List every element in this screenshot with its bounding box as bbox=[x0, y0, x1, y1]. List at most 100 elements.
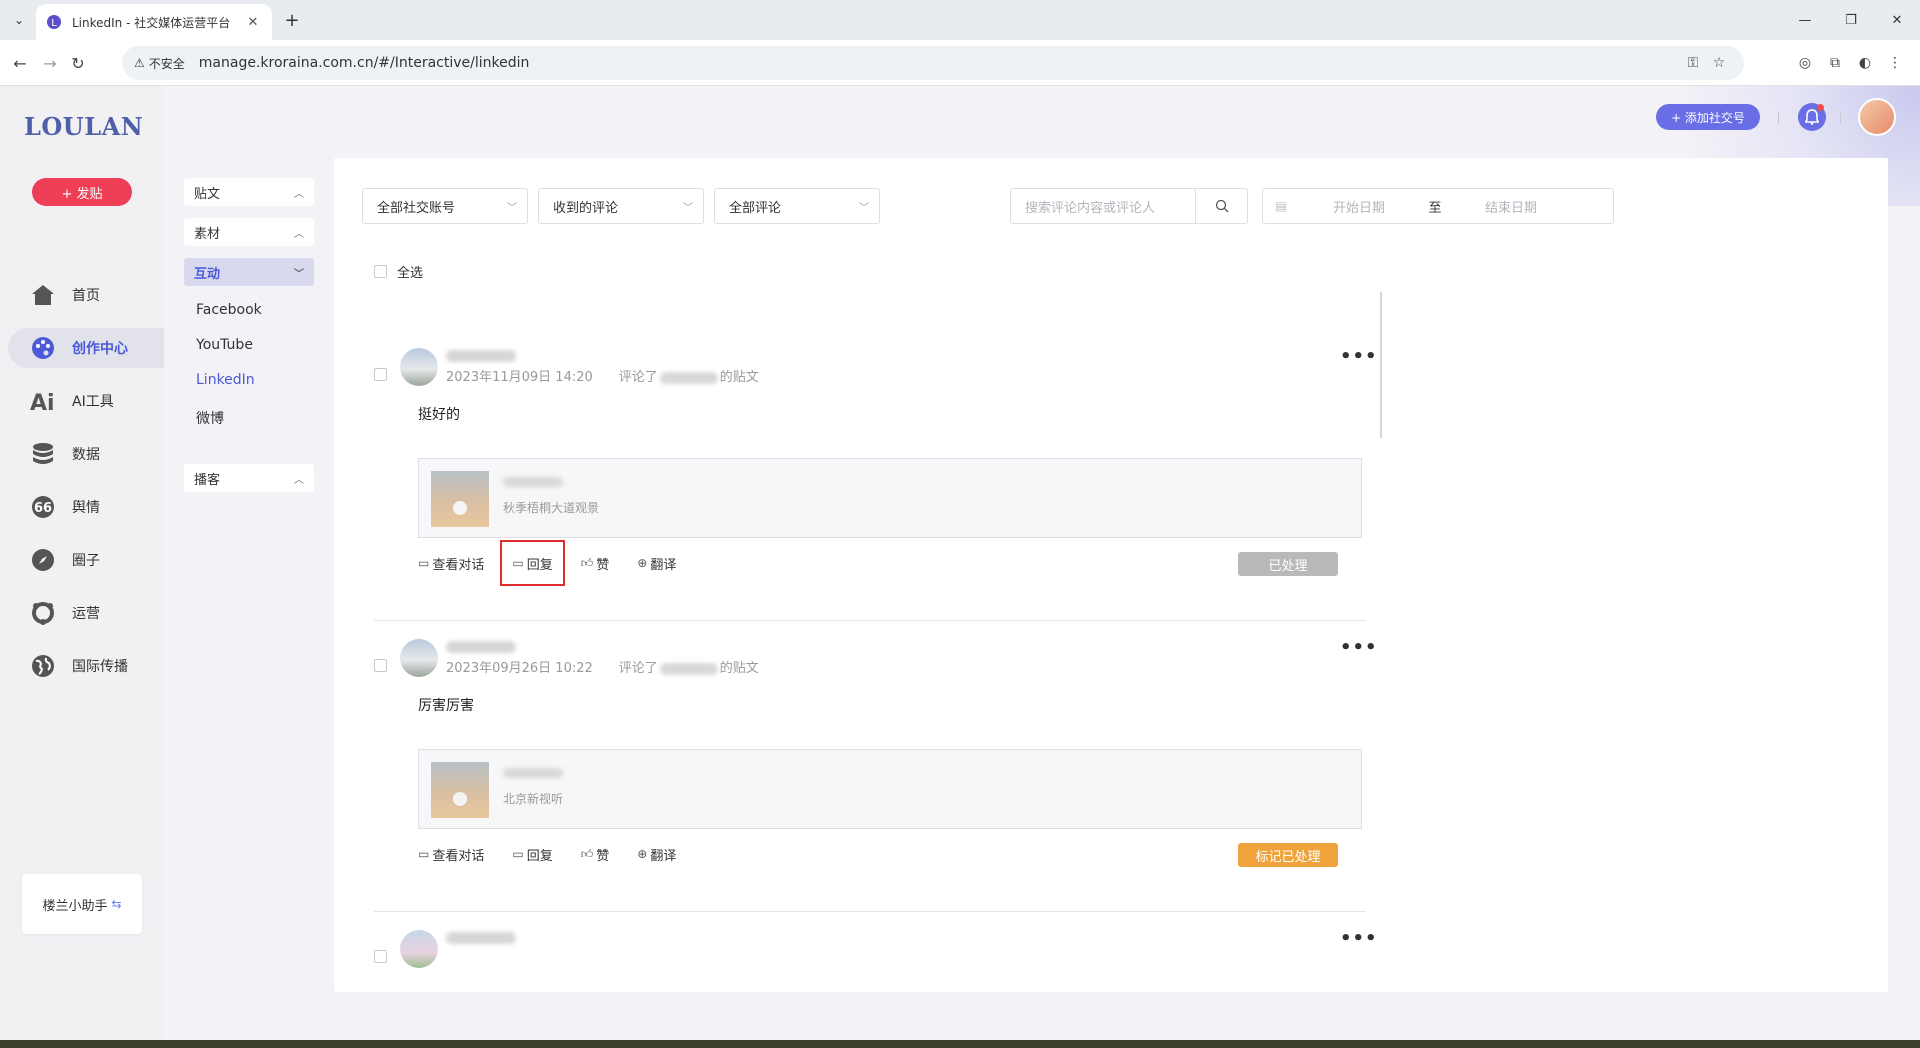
comment-checkbox[interactable] bbox=[374, 368, 387, 381]
nav-label: 运营 bbox=[72, 606, 100, 622]
comment-scope-value: 全部评论 bbox=[729, 200, 782, 216]
browser-tab[interactable]: L LinkedIn - 社交媒体运营平台 ✕ bbox=[36, 4, 272, 40]
sub-group-posts[interactable]: 贴文 ︿ bbox=[184, 178, 314, 206]
assistant-button[interactable]: 楼兰小助手 ⇆ bbox=[22, 874, 142, 934]
chevron-down-icon: ﹀ bbox=[507, 203, 517, 214]
chat-icon: ▭ bbox=[418, 847, 430, 861]
sub-group-interaction[interactable]: 互动 ﹀ bbox=[184, 258, 314, 286]
end-date-input[interactable]: 结束日期 bbox=[1451, 197, 1571, 216]
comment-checkbox[interactable] bbox=[374, 659, 387, 672]
extension-icon[interactable]: ◎ bbox=[1790, 49, 1820, 77]
reply-button[interactable]: ▭ 回复 bbox=[500, 540, 565, 586]
scrollbar[interactable] bbox=[1380, 292, 1382, 438]
comment-scope-select[interactable]: 全部评论 ﹀ bbox=[714, 188, 880, 224]
more-options-icon[interactable]: ••• bbox=[1340, 637, 1378, 658]
search-input[interactable]: 搜索评论内容或评论人 bbox=[1011, 197, 1195, 216]
url-text[interactable]: manage.kroraina.com.cn/#/Interactive/lin… bbox=[199, 55, 1680, 71]
more-options-icon[interactable]: ••• bbox=[1340, 928, 1378, 949]
start-date-input[interactable]: 开始日期 bbox=[1299, 197, 1419, 216]
assistant-label: 楼兰小助手 bbox=[42, 898, 108, 914]
forward-icon[interactable]: → bbox=[38, 51, 62, 75]
nav-item-international[interactable]: 国际传播 bbox=[0, 646, 164, 686]
back-icon[interactable]: ← bbox=[8, 51, 32, 75]
left-nav: LOULAN + 发贴 首页 创作中心 Ai AI工具 数据 66 舆情 圈子 … bbox=[0, 86, 164, 1040]
reply-icon: ▭ bbox=[512, 556, 524, 570]
sub-item-facebook[interactable]: Facebook bbox=[196, 302, 262, 318]
post-title-blurred bbox=[503, 768, 563, 778]
calendar-icon: ▤ bbox=[1275, 199, 1287, 213]
sub-item-weibo[interactable]: 微博 bbox=[196, 408, 224, 428]
post-button[interactable]: + 发贴 bbox=[32, 178, 132, 206]
new-tab-icon[interactable]: + bbox=[281, 9, 303, 31]
comment-type-select[interactable]: 收到的评论 ﹀ bbox=[538, 188, 704, 224]
reload-icon[interactable]: ↻ bbox=[66, 51, 90, 75]
commenter-avatar[interactable] bbox=[400, 639, 438, 677]
chevron-up-icon: ︿ bbox=[294, 188, 304, 200]
add-social-account-button[interactable]: + 添加社交号 bbox=[1656, 104, 1760, 130]
like-label: 赞 bbox=[596, 557, 610, 573]
search-field[interactable]: 搜索评论内容或评论人 bbox=[1010, 188, 1248, 224]
nav-item-data[interactable]: 数据 bbox=[0, 434, 164, 474]
nav-item-circle[interactable]: 圈子 bbox=[0, 540, 164, 580]
nav-item-home[interactable]: 首页 bbox=[0, 275, 164, 315]
view-conversation-button[interactable]: ▭ 查看对话 bbox=[418, 843, 484, 865]
sub-group-podcast[interactable]: 播客 ︿ bbox=[184, 464, 314, 492]
nav-item-creation-center[interactable]: 创作中心 bbox=[8, 328, 164, 368]
security-indicator[interactable]: ⚠ 不安全 bbox=[134, 55, 185, 72]
minimize-icon[interactable]: — bbox=[1782, 0, 1828, 40]
sub-item-youtube[interactable]: YouTube bbox=[196, 337, 253, 353]
menu-dots-icon[interactable]: ⋮ bbox=[1880, 49, 1910, 77]
more-options-icon[interactable]: ••• bbox=[1340, 346, 1378, 367]
app: LOULAN + 发贴 首页 创作中心 Ai AI工具 数据 66 舆情 圈子 … bbox=[0, 86, 1920, 1040]
palette-icon bbox=[30, 335, 56, 361]
search-icon[interactable] bbox=[1195, 189, 1247, 223]
commenter-avatar[interactable] bbox=[400, 930, 438, 968]
mark-processed-button[interactable]: 标记已处理 bbox=[1238, 843, 1338, 867]
date-range-picker[interactable]: ▤ 开始日期 至 结束日期 bbox=[1262, 188, 1614, 224]
compass-icon bbox=[30, 547, 56, 573]
svg-text:Ai: Ai bbox=[30, 391, 55, 413]
nav-item-operations[interactable]: 运营 bbox=[0, 593, 164, 633]
close-window-icon[interactable]: ✕ bbox=[1874, 0, 1920, 40]
tab-search-icon[interactable]: ⌄ bbox=[8, 9, 30, 31]
reply-button[interactable]: ▭ 回复 bbox=[512, 843, 552, 865]
account-filter-select[interactable]: 全部社交账号 ﹀ bbox=[362, 188, 528, 224]
like-button[interactable]: 👍︎ 赞 bbox=[581, 552, 610, 574]
sub-item-linkedin[interactable]: LinkedIn bbox=[196, 372, 255, 388]
translate-button[interactable]: ⊕ 翻译 bbox=[637, 552, 676, 574]
key-icon[interactable]: ⚿ bbox=[1680, 55, 1706, 71]
bookmark-star-icon[interactable]: ☆ bbox=[1706, 55, 1732, 71]
comment-checkbox[interactable] bbox=[374, 950, 387, 963]
translate-button[interactable]: ⊕ 翻译 bbox=[637, 843, 676, 865]
svg-text:L: L bbox=[51, 18, 57, 29]
select-all-checkbox[interactable]: 全选 bbox=[374, 262, 423, 281]
commenter-avatar[interactable] bbox=[400, 348, 438, 386]
post-thumbnail bbox=[431, 471, 489, 527]
close-tab-icon[interactable]: ✕ bbox=[244, 15, 262, 30]
header-divider bbox=[1840, 112, 1841, 124]
original-post-card[interactable]: 北京新视听 bbox=[418, 749, 1362, 829]
nav-item-sentiment[interactable]: 66 舆情 bbox=[0, 487, 164, 527]
sub-group-materials[interactable]: 素材 ︿ bbox=[184, 218, 314, 246]
original-post-card[interactable]: 秋季梧桐大道观景 bbox=[418, 458, 1362, 538]
address-bar[interactable]: ⚠ 不安全 manage.kroraina.com.cn/#/Interacti… bbox=[122, 46, 1744, 80]
sub-nav: 贴文 ︿ 素材 ︿ 互动 ﹀ Facebook YouTube LinkedIn… bbox=[164, 86, 334, 1040]
restore-icon[interactable]: ❐ bbox=[1828, 0, 1874, 40]
translate-label: 翻译 bbox=[650, 848, 677, 864]
processed-status-button[interactable]: 已处理 bbox=[1238, 552, 1338, 576]
nav-item-ai-tools[interactable]: Ai AI工具 bbox=[0, 381, 164, 421]
like-button[interactable]: 👍︎ 赞 bbox=[581, 843, 610, 865]
globe-icon bbox=[30, 653, 56, 679]
notification-dot bbox=[1817, 104, 1824, 111]
profile-icon[interactable]: ◐ bbox=[1850, 49, 1880, 77]
nav-label: 国际传播 bbox=[72, 659, 128, 675]
view-conversation-button[interactable]: ▭ 查看对话 bbox=[418, 552, 484, 574]
checkbox[interactable] bbox=[374, 265, 387, 278]
user-avatar[interactable] bbox=[1858, 98, 1896, 136]
post-author-blurred bbox=[659, 662, 718, 675]
puzzle-icon[interactable]: ⧉ bbox=[1820, 49, 1850, 77]
reply-label: 回复 bbox=[526, 848, 553, 864]
sub-group-label: 互动 bbox=[194, 266, 221, 282]
logo: LOULAN bbox=[24, 112, 144, 141]
notification-bell-icon[interactable] bbox=[1798, 103, 1826, 131]
